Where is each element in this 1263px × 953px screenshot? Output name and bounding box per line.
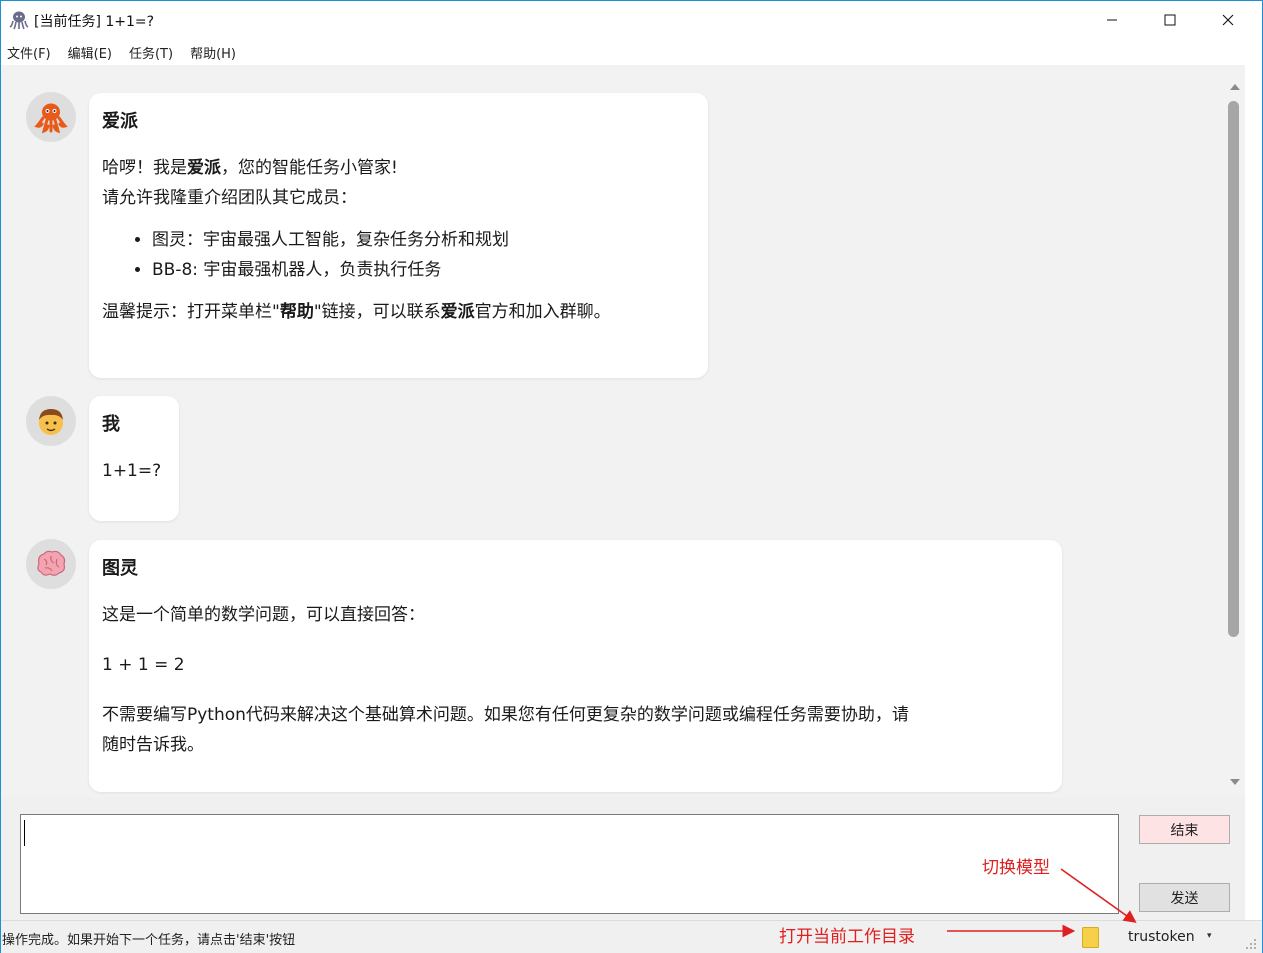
message-input[interactable] [20, 814, 1119, 914]
sender-name: 爱派 [102, 111, 138, 132]
menu-bar: 文件(F) 编辑(E) 任务(T) 帮助(H) [1, 39, 1262, 65]
message-text: 1+1=? [102, 461, 162, 481]
end-button[interactable]: 结束 [1139, 815, 1230, 844]
intro-line-1: 哈啰！我是爱派，您的智能任务小管家! [102, 158, 398, 178]
scroll-up-icon[interactable] [1230, 84, 1240, 90]
folder-icon[interactable] [1082, 926, 1099, 948]
title-bar: [当前任务] 1+1=? [1, 1, 1262, 39]
message-bubble-user: 我 1+1=? [89, 396, 179, 521]
model-select[interactable]: trustoken [1128, 929, 1195, 945]
close-button[interactable] [1199, 1, 1257, 39]
annotation-open-dir: 打开当前工作目录 [779, 927, 915, 947]
status-bar: 操作完成。如果开始下一个任务，请点击'结束'按钮 trustoken ▾ [1, 920, 1262, 953]
maximize-icon [1164, 14, 1176, 26]
octopus-icon [34, 103, 68, 134]
chevron-down-icon[interactable]: ▾ [1207, 931, 1212, 941]
message-line: 不需要编写Python代码来解决这个基础算术问题。如果您有任何更复杂的数学问题或… [102, 705, 909, 755]
minimize-button[interactable] [1083, 1, 1141, 39]
menu-help[interactable]: 帮助(H) [190, 43, 236, 62]
boy-icon [39, 409, 63, 435]
chat-area[interactable]: 爱派 哈啰！我是爱派，您的智能任务小管家! 请允许我隆重介绍团队其它成员： 图灵… [1, 65, 1245, 797]
list-item: 图灵：宇宙最强人工智能，复杂任务分析和规划 [152, 225, 695, 255]
octopus-app-icon [9, 10, 29, 30]
list-item: BB-8: 宇宙最强机器人，负责执行任务 [152, 255, 695, 285]
window-title: [当前任务] 1+1=? [34, 14, 155, 30]
annotation-switch-model: 切换模型 [982, 858, 1050, 878]
menu-task[interactable]: 任务(T) [129, 43, 173, 62]
message-bubble-turing: 图灵 这是一个简单的数学问题，可以直接回答： 1 + 1 = 2 不需要编写Py… [89, 540, 1062, 792]
message-bubble-aipy: 爱派 哈啰！我是爱派，您的智能任务小管家! 请允许我隆重介绍团队其它成员： 图灵… [89, 93, 708, 378]
sender-name: 图灵 [102, 558, 138, 579]
input-area: 结束 发送 [1, 797, 1245, 920]
app-window: [当前任务] 1+1=? 文件(F) 编辑(E) 任务(T) 帮助(H) 爱派 … [0, 0, 1263, 953]
avatar-aipy [26, 92, 76, 142]
brain-icon [37, 550, 66, 576]
scroll-down-icon[interactable] [1230, 779, 1240, 785]
tip-line: 温馨提示：打开菜单栏"帮助"链接，可以联系爱派官方和加入群聊。 [102, 302, 611, 322]
minimize-icon [1107, 19, 1117, 21]
menu-edit[interactable]: 编辑(E) [68, 43, 112, 62]
member-list: 图灵：宇宙最强人工智能，复杂任务分析和规划 BB-8: 宇宙最强机器人，负责执行… [102, 225, 695, 285]
close-icon [1222, 14, 1234, 26]
message-line: 这是一个简单的数学问题，可以直接回答： [102, 605, 425, 625]
chat-scrollbar[interactable] [1225, 81, 1245, 795]
maximize-button[interactable] [1141, 1, 1199, 39]
scroll-thumb[interactable] [1228, 101, 1239, 637]
send-button[interactable]: 发送 [1139, 883, 1230, 912]
avatar-user [26, 396, 76, 446]
resize-grip-icon[interactable] [1245, 938, 1257, 950]
text-caret [24, 820, 25, 846]
avatar-turing [26, 539, 76, 589]
sender-name: 我 [102, 414, 120, 435]
intro-line-2: 请允许我隆重介绍团队其它成员： [102, 188, 357, 208]
menu-file[interactable]: 文件(F) [7, 43, 51, 62]
message-line: 1 + 1 = 2 [102, 655, 185, 675]
status-text: 操作完成。如果开始下一个任务，请点击'结束'按钮 [2, 933, 296, 948]
